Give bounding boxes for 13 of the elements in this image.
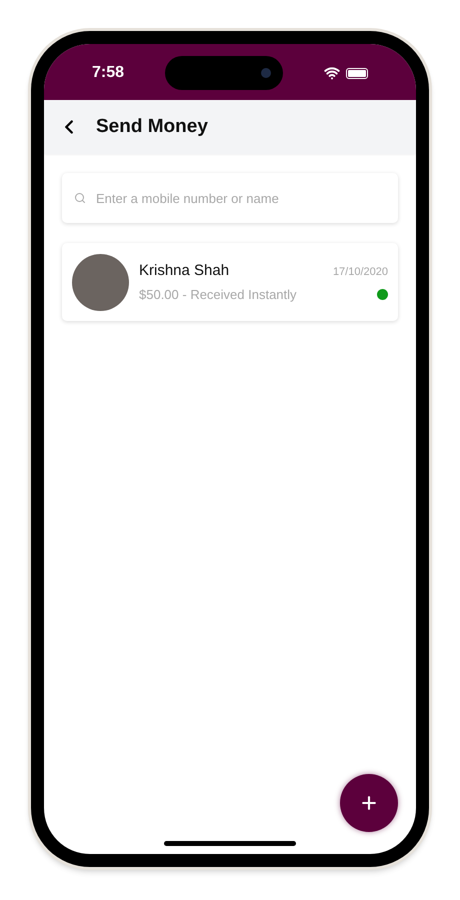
add-button[interactable] xyxy=(340,774,398,832)
wifi-icon xyxy=(324,65,340,81)
transaction-card[interactable]: Krishna Shah $50.00 - Received Instantly 17/10/2020 xyxy=(62,243,398,321)
camera-icon xyxy=(261,68,272,78)
transaction-date: 17/10/2020 xyxy=(332,265,388,280)
search-field[interactable]: Enter a mobile number or name xyxy=(62,173,398,223)
battery-icon xyxy=(346,68,368,78)
transaction-detail: $50.00 - Received Instantly xyxy=(139,286,298,304)
status-time: 7:58 xyxy=(92,63,124,83)
plus-icon xyxy=(359,793,379,813)
contact-name: Krishna Shah xyxy=(139,260,230,280)
page-title: Send Money xyxy=(96,114,208,139)
search-icon xyxy=(74,192,86,204)
